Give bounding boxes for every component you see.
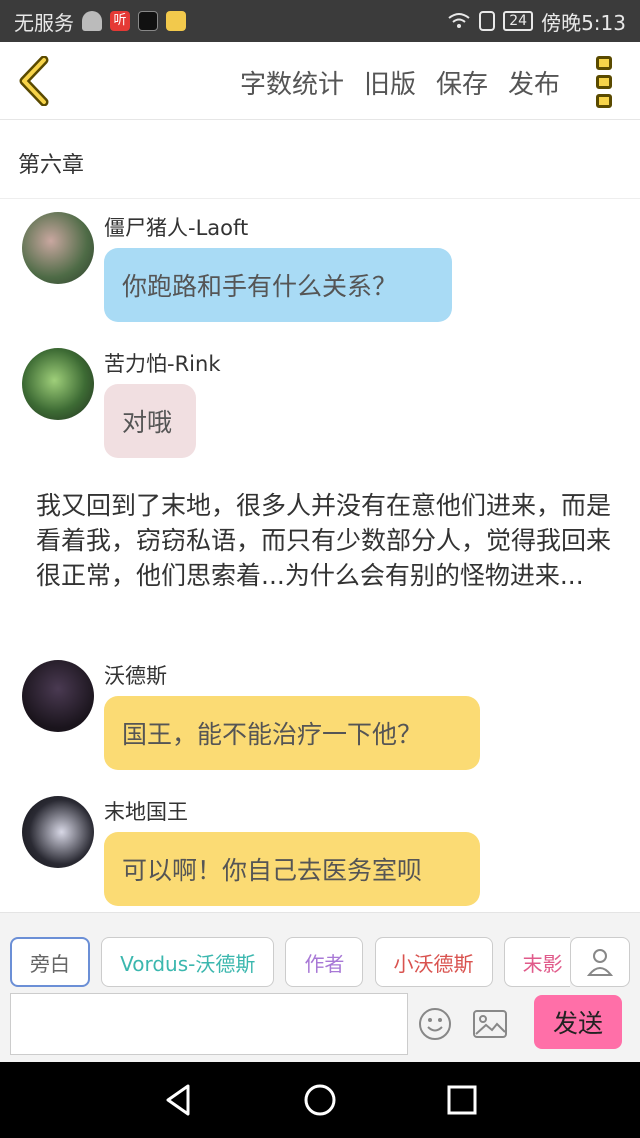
message-bubble[interactable]: 可以啊！你自己去医务室呗	[104, 832, 480, 906]
speaker-name: 末地国王	[104, 800, 188, 824]
word-count-button[interactable]: 字数统计	[240, 64, 344, 101]
chapter-title[interactable]: 第六章	[0, 121, 640, 199]
avatar[interactable]	[22, 660, 94, 732]
speaker-name: 僵尸猪人-Laoft	[104, 216, 249, 240]
back-triangle-icon[interactable]	[160, 1082, 196, 1118]
message-bubble[interactable]: 你跑路和手有什么关系？	[104, 248, 452, 322]
user-icon	[82, 11, 102, 31]
narration-text[interactable]: 我又回到了末地，很多人并没有在意他们进来，而是看着我，窃窃私语，而只有少数部分人…	[36, 488, 612, 593]
character-manage-button[interactable]	[570, 937, 630, 987]
message-bubble[interactable]: 对哦	[104, 384, 196, 458]
image-icon[interactable]	[472, 1007, 508, 1041]
avatar[interactable]	[22, 796, 94, 868]
avatar[interactable]	[22, 348, 94, 420]
speaker-name: 沃德斯	[104, 664, 167, 688]
message-bubble[interactable]: 国王，能不能治疗一下他？	[104, 696, 480, 770]
top-actions: 字数统计 旧版 保存 发布	[240, 64, 560, 101]
status-bar: 无服务 听 24 傍晚5:13	[0, 0, 640, 42]
wifi-icon	[448, 13, 470, 28]
role-chip-ender[interactable]: 末影	[503, 937, 570, 987]
clock: 傍晚5:13	[541, 10, 626, 35]
carrier-label: 无服务	[14, 10, 74, 35]
tiktok-icon	[138, 11, 158, 31]
save-button[interactable]: 保存	[436, 64, 488, 101]
recent-apps-icon[interactable]	[444, 1082, 480, 1118]
role-selector: 旁白 Vordus-沃德斯 作者 小沃德斯 末影	[10, 937, 570, 987]
alert-icon	[479, 11, 496, 31]
role-chip-vordus[interactable]: Vordus-沃德斯	[101, 937, 275, 987]
listen-app-icon: 听	[110, 11, 130, 31]
publish-button[interactable]: 发布	[508, 64, 560, 101]
role-chip-author[interactable]: 作者	[285, 937, 364, 987]
role-chip-narrator[interactable]: 旁白	[10, 937, 90, 987]
person-icon	[586, 949, 614, 976]
system-nav-bar	[0, 1062, 640, 1138]
home-circle-icon[interactable]	[302, 1082, 338, 1118]
more-menu-icon[interactable]	[596, 56, 616, 108]
app-icon	[166, 11, 186, 31]
battery-indicator: 24	[503, 11, 534, 31]
message-input[interactable]	[10, 993, 408, 1055]
back-chevron-icon[interactable]	[16, 56, 52, 106]
avatar[interactable]	[22, 212, 94, 284]
emoji-icon[interactable]	[418, 1007, 452, 1041]
old-version-button[interactable]: 旧版	[364, 64, 416, 101]
speaker-name: 苦力怕-Rink	[104, 352, 221, 376]
role-chip-little-vordus[interactable]: 小沃德斯	[374, 937, 493, 987]
top-bar: 字数统计 旧版 保存 发布	[0, 42, 640, 120]
chat-content[interactable]: 僵尸猪人-Laoft 你跑路和手有什么关系？ 苦力怕-Rink 对哦 我又回到了…	[0, 200, 640, 912]
compose-toolbar: 旁白 Vordus-沃德斯 作者 小沃德斯 末影 发送	[0, 912, 640, 1062]
send-button[interactable]: 发送	[534, 995, 622, 1049]
